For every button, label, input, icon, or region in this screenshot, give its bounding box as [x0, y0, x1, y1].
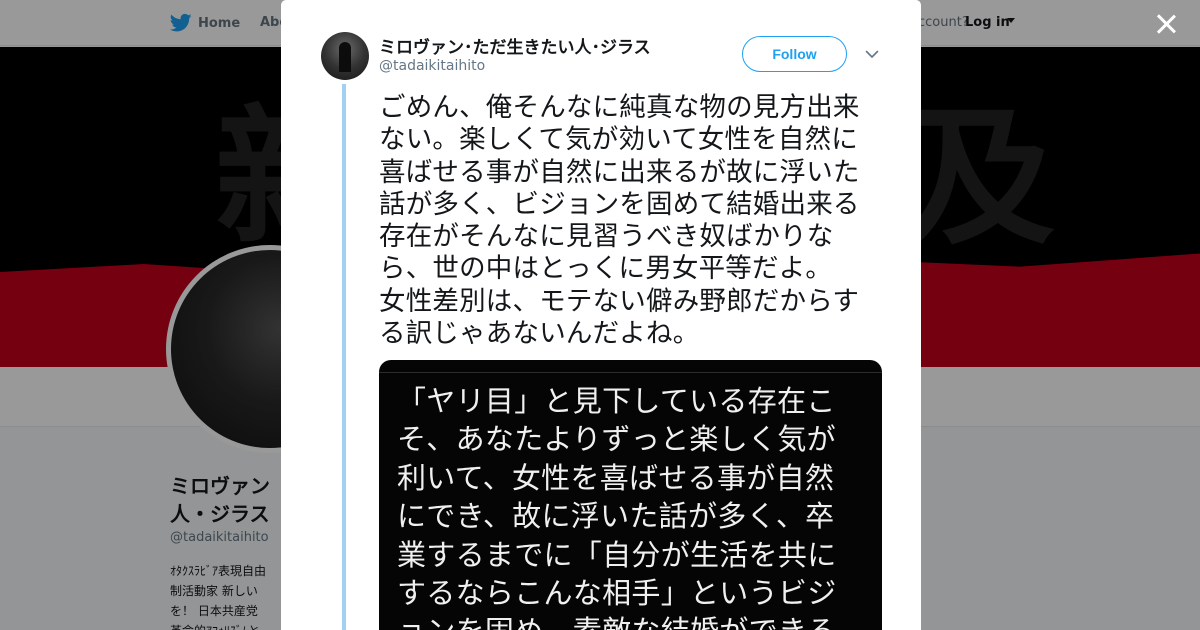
tweet-text-line: る訳じゃあないんだよね。: [379, 318, 700, 350]
thread-line: [342, 84, 346, 630]
tweet-text-line: 話が多く、ビジョンを固めて結婚出来る: [379, 188, 860, 220]
tweet-text-line: ら、世の中はとっくに男女平等だよ。: [379, 253, 833, 285]
media-text-line: するならこんな相手」というビジ: [397, 576, 837, 611]
media-divider: [379, 372, 882, 373]
tweet-text-line: 存在がそんなに見習うべき奴ばかりな: [379, 221, 834, 253]
follow-button[interactable]: Follow: [742, 36, 847, 72]
close-icon[interactable]: [1152, 10, 1180, 38]
tweet-text-line: 喜ばせる事が自然に出来るが故に浮いた: [379, 156, 860, 188]
media-text-line: にでき、故に浮いた話が多く、卒: [397, 499, 835, 534]
tweet-menu-button[interactable]: [864, 46, 880, 62]
media-text-line: 利いて、女性を喜ばせる事が自然: [397, 460, 835, 495]
tweet-author-avatar[interactable]: [321, 32, 369, 80]
media-image-text: 「ヤリ目」と見下している存在こ そ、あなたよりずっと楽しく気が 利いて、女性を喜…: [397, 382, 867, 630]
media-text-line: 業するまでに「自分が生活を共に: [397, 537, 837, 572]
tweet-media-image[interactable]: 「ヤリ目」と見下している存在こ そ、あなたよりずっと楽しく気が 利いて、女性を喜…: [379, 360, 882, 630]
tweet-text-line: ない。楽しくて気が効いて女性を自然に: [379, 124, 859, 156]
tweet-text-line: ごめん、俺そんなに純真な物の見方出来: [379, 92, 860, 123]
media-text-line: そ、あなたよりずっと楽しく気が: [397, 422, 836, 457]
tweet-modal: ミロヴァン･ただ生きたい人･ジラス @tadaikitaihito Follow…: [281, 0, 921, 630]
media-text-line: ョンを固め、素敵な結婚ができる: [397, 612, 867, 630]
tweet-text: ごめん、俺そんなに純真な物の見方出来 ない。楽しくて気が効いて女性を自然に 喜ば…: [379, 92, 889, 350]
tweet-author-handle[interactable]: @tadaikitaihito: [379, 58, 485, 74]
chevron-down-icon: [865, 50, 879, 58]
tweet-author-name[interactable]: ミロヴァン･ただ生きたい人･ジラス: [379, 33, 651, 58]
media-text-line: 「ヤリ目」と見下している存在こ: [397, 384, 836, 418]
tweet-text-line: 女性差別は、モテない僻み野郎だからす: [379, 285, 860, 317]
